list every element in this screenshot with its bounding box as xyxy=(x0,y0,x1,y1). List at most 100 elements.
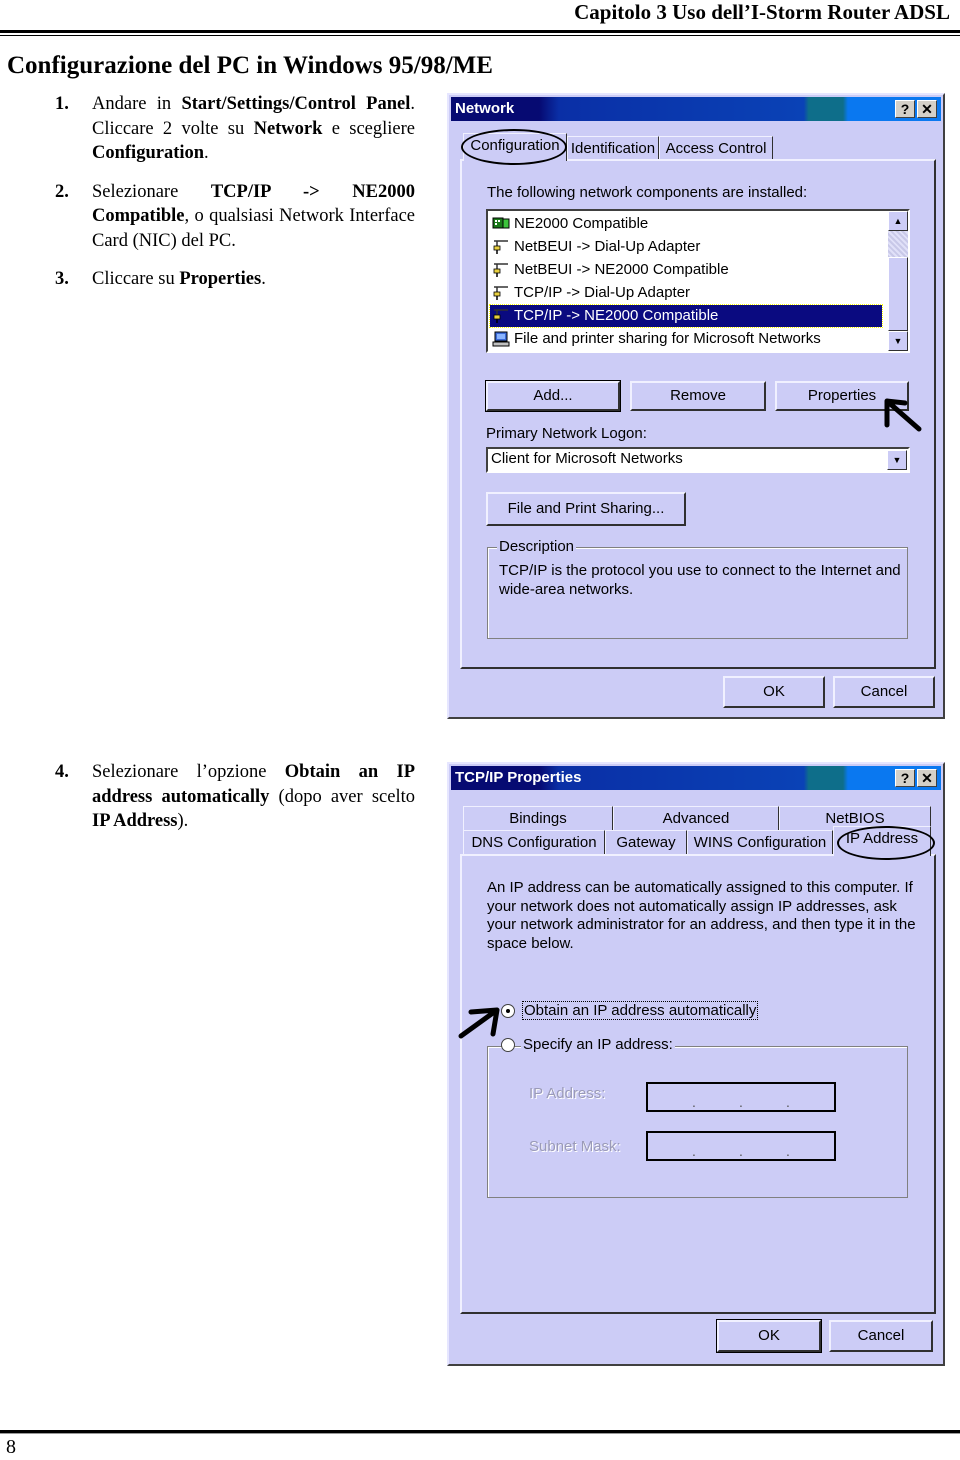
step-text: . xyxy=(261,269,266,289)
close-button[interactable]: ✕ xyxy=(917,769,937,787)
step-number: 3. xyxy=(55,269,69,289)
component-list-item[interactable]: TCP/IP -> Dial-Up Adapter xyxy=(490,282,882,304)
tcpip-properties-dialog: TCP/IP Properties ? ✕ Bindings Advanced … xyxy=(447,762,945,1366)
remove-button[interactable]: Remove xyxy=(630,381,766,411)
step-text: . xyxy=(204,143,209,163)
chevron-down-icon[interactable]: ▼ xyxy=(887,450,907,470)
tab-identification[interactable]: Identification xyxy=(567,136,659,160)
tab-access-control[interactable]: Access Control xyxy=(659,136,773,160)
component-label: TCP/IP -> NE2000 Compatible xyxy=(514,307,719,324)
primary-logon-select[interactable]: Client for Microsoft Networks ▼ xyxy=(486,447,910,473)
specify-ip-radio[interactable] xyxy=(501,1038,515,1052)
network-dialog-titlebar[interactable]: Network ? ✕ xyxy=(451,97,941,121)
step-text: Cliccare su xyxy=(92,269,180,289)
specify-ip-groupbox xyxy=(487,1046,908,1198)
close-icon: ✕ xyxy=(921,101,933,117)
footer-rule xyxy=(0,1430,960,1434)
help-button[interactable]: ? xyxy=(895,100,915,118)
component-label: File and printer sharing for Microsoft N… xyxy=(514,330,821,347)
close-button[interactable]: ✕ xyxy=(917,100,937,118)
components-listbox[interactable]: NE2000 Compatible NetBEUI -> Dial-Up Adap… xyxy=(486,209,910,353)
step-item: 3. Cliccare su Properties. xyxy=(55,267,415,292)
scroll-up-button[interactable]: ▲ xyxy=(888,211,908,231)
scroll-down-button[interactable]: ▼ xyxy=(888,331,908,351)
component-label: NetBEUI -> Dial-Up Adapter xyxy=(514,238,701,255)
listbox-scrollbar[interactable]: ▲ ▼ xyxy=(888,211,908,351)
step-text: e scegliere xyxy=(322,118,415,139)
tab-gateway[interactable]: Gateway xyxy=(605,830,687,854)
steps-list-top: 1. Andare in Start/Settings/Control Panel… xyxy=(55,92,415,306)
component-list-item[interactable]: NetBEUI -> Dial-Up Adapter xyxy=(490,236,882,258)
step-emphasis: Properties xyxy=(179,269,262,289)
tab-wins-configuration[interactable]: WINS Configuration xyxy=(687,830,833,854)
configuration-highlight-circle xyxy=(461,129,567,165)
cancel-button[interactable]: Cancel xyxy=(829,1320,933,1352)
ok-button[interactable]: OK xyxy=(716,1319,822,1353)
ip-intro-text: An IP address can be automatically assig… xyxy=(487,879,916,952)
chapter-header: Capitolo 3 Uso dell’I-Storm Router ADSL xyxy=(574,0,950,24)
step-emphasis: Configuration xyxy=(92,143,205,163)
step-item: 4. Selezionare l’opzione Obtain an IP add… xyxy=(55,760,415,834)
subnet-mask-input[interactable]: . . . xyxy=(646,1131,836,1161)
step-text: ). xyxy=(177,811,189,831)
step-text: Andare in xyxy=(92,94,182,114)
component-list-item[interactable]: File and printer sharing for Microsoft N… xyxy=(490,328,882,350)
step-number: 2. xyxy=(55,181,69,202)
step-text: Selezionare xyxy=(92,181,211,202)
tab-dns-configuration[interactable]: DNS Configuration xyxy=(463,830,605,854)
step-number: 4. xyxy=(55,762,69,782)
obtain-ip-radio[interactable] xyxy=(501,1004,515,1018)
step-emphasis: Network xyxy=(253,118,323,139)
scrollbar-thumb[interactable] xyxy=(888,257,908,331)
step-emphasis: IP Address xyxy=(92,811,178,831)
step-item: 2. Selezionare TCP/IP -> NE2000 Compatibl… xyxy=(55,180,415,254)
file-print-sharing-button[interactable]: File and Print Sharing... xyxy=(486,492,686,526)
step-item: 1. Andare in Start/Settings/Control Panel… xyxy=(55,92,415,166)
network-dialog: Network ? ✕ Configuration Identification… xyxy=(447,93,945,719)
ip-address-input[interactable]: . . . xyxy=(646,1082,836,1112)
step-text: Selezionare l’opzione xyxy=(92,762,285,782)
obtain-ip-label[interactable]: Obtain an IP address automatically xyxy=(521,1001,759,1020)
components-label: The following network components are ins… xyxy=(487,184,808,201)
help-icon: ? xyxy=(900,101,910,117)
pointer-arrow-annotation xyxy=(884,398,922,432)
steps-list-bottom: 4. Selezionare l’opzione Obtain an IP add… xyxy=(55,760,415,848)
help-button[interactable]: ? xyxy=(895,769,915,787)
component-label: TCP/IP -> Dial-Up Adapter xyxy=(514,284,691,301)
pointer-arrow-annotation xyxy=(458,1007,500,1039)
ip-address-label: IP Address: xyxy=(529,1085,606,1102)
tab-advanced[interactable]: Advanced xyxy=(613,806,779,830)
protocol-icon xyxy=(492,285,510,301)
component-label: NE2000 Compatible xyxy=(514,215,649,232)
ok-button[interactable]: OK xyxy=(723,676,825,708)
description-text: TCP/IP is the protocol you use to connec… xyxy=(499,562,901,598)
tcpip-dialog-titlebar[interactable]: TCP/IP Properties ? ✕ xyxy=(451,766,941,790)
protocol-icon xyxy=(492,262,510,278)
cancel-button[interactable]: Cancel xyxy=(833,676,935,708)
component-list-item[interactable]: NE2000 Compatible xyxy=(490,213,882,235)
component-label: NetBEUI -> NE2000 Compatible xyxy=(514,261,729,278)
file-sharing-icon xyxy=(492,331,510,347)
protocol-icon xyxy=(492,308,510,324)
step-number: 1. xyxy=(55,94,69,114)
add-button[interactable]: Add... xyxy=(485,380,621,412)
specify-ip-label[interactable]: Specify an IP address: xyxy=(521,1036,675,1053)
step-text: (dopo aver scelto xyxy=(269,786,415,807)
step-emphasis: Start/Settings/Control Panel xyxy=(181,94,411,114)
help-icon: ? xyxy=(900,770,910,786)
network-card-icon xyxy=(492,216,510,232)
primary-logon-label: Primary Network Logon: xyxy=(486,425,647,442)
ip-address-highlight-circle xyxy=(837,826,935,860)
section-title: Configurazione del PC in Windows 95/98/M… xyxy=(7,52,493,79)
header-rule xyxy=(0,30,960,36)
close-icon: ✕ xyxy=(921,770,933,786)
page-number: 8 xyxy=(6,1436,16,1458)
tab-bindings[interactable]: Bindings xyxy=(463,806,613,830)
network-dialog-title: Network xyxy=(455,100,515,117)
protocol-icon xyxy=(492,239,510,255)
description-title: Description xyxy=(497,538,577,555)
component-list-item[interactable]: NetBEUI -> NE2000 Compatible xyxy=(490,259,882,281)
component-list-item[interactable]: TCP/IP -> NE2000 Compatible xyxy=(489,304,883,328)
subnet-mask-label: Subnet Mask: xyxy=(529,1138,621,1155)
tcpip-dialog-title: TCP/IP Properties xyxy=(455,769,582,786)
